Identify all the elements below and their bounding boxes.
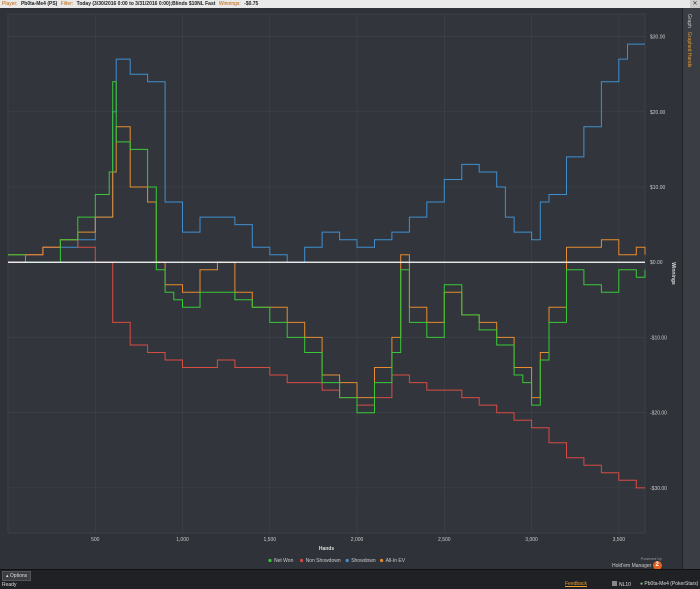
tab-graph[interactable]: Graph xyxy=(686,14,692,28)
status-bar: ▴ Options Ready Feedback NL10 ● Pb0ta-Me… xyxy=(0,569,700,589)
y-tick-label: -$10.00 xyxy=(650,335,667,341)
tab-graphed-hands[interactable]: Graphed Hands xyxy=(686,32,692,67)
y-tick-label: $20.00 xyxy=(650,110,666,116)
x-axis-label: Hands xyxy=(319,546,335,552)
legend-swatch xyxy=(345,558,349,563)
filter-label: Filter: xyxy=(60,1,74,7)
filter-value[interactable]: Today (3/30/2016 0:00 to 3/31/2016 0:00)… xyxy=(77,1,216,7)
winnings-label: Winnings: xyxy=(218,1,241,7)
y-tick-label: -$30.00 xyxy=(650,486,667,492)
x-tick-label: 1,000 xyxy=(176,537,189,543)
player-name: Pb0ta-Me4 (PokerStars) xyxy=(644,581,699,587)
legend-label: Net Won xyxy=(274,558,294,564)
feedback-link[interactable]: Feedback xyxy=(565,581,587,587)
brand-powered: Powered by xyxy=(640,556,662,561)
y-tick-label: $30.00 xyxy=(650,35,666,41)
close-icon[interactable]: ✕ xyxy=(690,0,700,8)
hm2-brand: Powered by Hold'em Manager 2 xyxy=(612,556,662,570)
filter-bar: Player: Pb0ta-Me4 (PS) Filter: Today (3/… xyxy=(0,0,700,8)
legend-swatch xyxy=(300,558,304,563)
limit-label: NL10 xyxy=(619,582,631,588)
brand-name: Hold'em Manager xyxy=(612,562,652,569)
player-indicator[interactable]: ● Pb0ta-Me4 (PokerStars) xyxy=(640,581,698,587)
table-icon xyxy=(612,581,617,586)
x-tick-label: 2,500 xyxy=(438,537,451,543)
winnings-value: -$0.75 xyxy=(244,1,259,7)
plot-background xyxy=(7,13,646,534)
legend-swatch xyxy=(268,558,272,563)
legend-swatch xyxy=(380,558,384,563)
user-icon: ● xyxy=(640,581,644,587)
legend-label: Showdown xyxy=(351,558,376,564)
winnings-chart: 500 1,000 1,500 2,000 2,500 3,000 3,500 $30.00 $… xyxy=(7,13,676,564)
x-tick-label: 1,500 xyxy=(264,537,277,543)
legend-label: All-In EV xyxy=(386,558,406,564)
status-text: Ready xyxy=(2,582,17,588)
y-tick-label: $10.00 xyxy=(650,185,666,191)
player-value[interactable]: Pb0ta-Me4 (PS) xyxy=(21,1,57,7)
y-axis-label: Winnings xyxy=(670,262,676,285)
legend-label: Non Showdown xyxy=(306,558,341,564)
side-tabs: Graph Graphed Hands xyxy=(682,8,700,569)
y-tick-label: -$20.00 xyxy=(650,411,667,417)
x-tick-label: 3,500 xyxy=(613,537,626,543)
y-tick-label: $0.00 xyxy=(650,260,663,266)
x-tick-label: 2,000 xyxy=(351,537,364,543)
graph-panel: 500 1,000 1,500 2,000 2,500 3,000 3,500 $30.00 $… xyxy=(0,8,682,569)
x-tick-label: 3,000 xyxy=(525,537,538,543)
limit-indicator[interactable]: NL10 xyxy=(612,581,631,588)
options-button[interactable]: ▴ Options xyxy=(2,571,32,581)
player-label: Player: xyxy=(2,1,18,7)
x-tick-label: 500 xyxy=(91,537,100,543)
options-label: Options xyxy=(9,573,28,579)
